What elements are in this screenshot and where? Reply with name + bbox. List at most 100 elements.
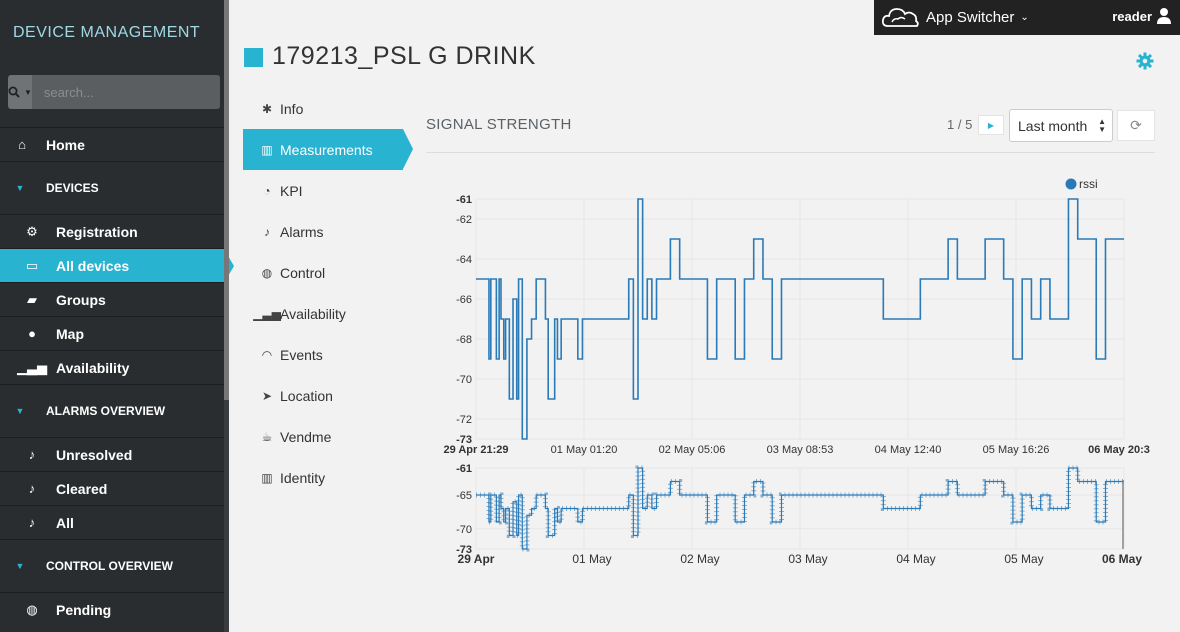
cloud-logo-icon	[881, 7, 919, 27]
nav-section-alarms-overview[interactable]: ▼ ALARMS OVERVIEW	[0, 384, 224, 437]
app-switcher-button[interactable]: App Switcher	[926, 9, 1014, 26]
x-tick-label: 04 May	[896, 552, 935, 566]
tab-vendme[interactable]: ☕ Vendme	[243, 416, 403, 457]
device-tabs: ✱ Info ▥ Measurements ◔ KPI ♪ Alarms ◍ Control ▁▃▅…	[243, 88, 413, 498]
sidebar-item-label: All	[56, 514, 74, 531]
next-page-button[interactable]: ▶	[978, 115, 1004, 135]
tab-kpi[interactable]: ◔ KPI	[243, 170, 403, 211]
tab-identity[interactable]: ▥ Identity	[243, 457, 403, 498]
tab-label: Measurements	[280, 141, 373, 158]
y-tick-label: -70	[456, 374, 472, 386]
page-title: 179213_PSL G DRINK	[272, 42, 536, 70]
sidebar-item-pending[interactable]: ◍ Pending	[0, 592, 224, 626]
coffee-icon: ☕	[261, 429, 273, 444]
y-tick-label: -61	[456, 194, 472, 206]
section-title: SIGNAL STRENGTH	[426, 116, 572, 133]
range-select[interactable]: Last month ▲ ▼	[1009, 109, 1113, 142]
sidebar-item-label: Home	[46, 136, 85, 153]
tab-location[interactable]: ➤ Location	[243, 375, 403, 416]
sidebar-item-groups[interactable]: ▰ Groups	[0, 282, 224, 316]
tab-measurements[interactable]: ▥ Measurements	[243, 129, 413, 170]
navigator-series-line	[476, 467, 1124, 550]
gear-icon[interactable]	[1136, 52, 1154, 70]
dashboard-icon: ◔	[263, 183, 271, 198]
bell-icon: ♪	[28, 481, 36, 496]
bell-icon: ♪	[264, 224, 270, 239]
sidebar: DEVICE MANAGEMENT ▼ ⌂ Home ▼ DEVICES ⚙ Regist…	[0, 0, 234, 632]
search-dropdown-button[interactable]: ▼	[8, 75, 32, 109]
home-icon: ⌂	[18, 137, 26, 152]
sidebar-item-label: Unresolved	[56, 446, 133, 463]
sidebar-item-label: Availability	[56, 359, 130, 376]
location-arrow-icon: ➤	[261, 388, 273, 403]
tab-label: Events	[280, 346, 323, 363]
navigator-series-markers	[476, 465, 1124, 552]
y-tick-label: -72	[456, 414, 472, 426]
search-input[interactable]	[31, 75, 220, 109]
search-icon	[8, 86, 20, 98]
sidebar-nav: ⌂ Home ▼ DEVICES ⚙ Registration ▭ All devices ▰ G…	[0, 127, 234, 626]
y-tick-label: -66	[456, 294, 472, 306]
folder-icon: ▰	[27, 291, 37, 307]
nav-section-devices[interactable]: ▼ DEVICES	[0, 161, 224, 214]
caret-down-icon: ▼	[15, 406, 25, 416]
nav-section-control-overview[interactable]: ▼ CONTROL OVERVIEW	[0, 539, 224, 592]
x-tick-label: 05 May	[1004, 552, 1043, 566]
tab-availability[interactable]: ▁▃▅ Availability	[243, 293, 403, 334]
top-bar: App Switcher ⌄ reader	[874, 0, 1180, 35]
x-tick-label: 04 May 12:40	[875, 444, 942, 456]
y-tick-label: -70	[456, 524, 472, 536]
sidebar-item-registration[interactable]: ⚙ Registration	[0, 214, 224, 248]
tab-control[interactable]: ◍ Control	[243, 252, 403, 293]
y-tick-label: -61	[456, 463, 472, 475]
x-tick-label: 29 Apr	[458, 552, 495, 566]
sidebar-scrollbar[interactable]	[224, 0, 229, 632]
section-divider	[426, 152, 1155, 153]
sidebar-item-map[interactable]: ● Map	[0, 316, 224, 350]
nav-section-label: DEVICES	[46, 181, 99, 195]
bell-icon: ♪	[28, 447, 36, 462]
tab-label: Info	[280, 100, 304, 117]
tab-events[interactable]: ◠ Events	[243, 334, 403, 375]
sidebar-item-label: Map	[56, 325, 84, 342]
search-box: ▼	[8, 75, 220, 109]
x-tick-label: 06 May 20:3	[1088, 444, 1150, 456]
y-tick-label: -65	[456, 490, 472, 502]
brand-title: DEVICE MANAGEMENT	[13, 24, 201, 41]
sidebar-item-unresolved[interactable]: ♪ Unresolved	[0, 437, 224, 471]
tab-alarms[interactable]: ♪ Alarms	[243, 211, 403, 252]
refresh-button[interactable]: ⟳	[1117, 110, 1155, 141]
gamepad-icon: ◍	[261, 265, 273, 280]
sidebar-item-all[interactable]: ♪ All	[0, 505, 224, 539]
x-tick-label: 01 May 01:20	[551, 444, 618, 456]
nav-section-label: CONTROL OVERVIEW	[46, 559, 173, 573]
bar-chart-icon: ▥	[261, 142, 273, 157]
x-tick-label: 06 May	[1102, 552, 1142, 566]
scrollbar-thumb[interactable]	[224, 0, 229, 400]
legend-label: rssi	[1079, 177, 1098, 191]
tab-label: Alarms	[280, 223, 324, 240]
sidebar-item-all-devices[interactable]: ▭ All devices	[0, 248, 234, 283]
y-tick-label: -64	[456, 254, 472, 266]
sidebar-item-label: Cleared	[56, 480, 108, 497]
sidebar-item-label: Pending	[56, 601, 112, 618]
tab-label: Availability	[280, 305, 346, 322]
sidebar-item-cleared[interactable]: ♪ Cleared	[0, 471, 224, 505]
tab-label: KPI	[280, 182, 303, 199]
asterisk-icon: ✱	[261, 101, 273, 116]
legend-marker	[1065, 178, 1077, 190]
user-icon[interactable]	[1156, 7, 1172, 25]
sidebar-item-label: Groups	[56, 291, 106, 308]
tab-label: Control	[280, 264, 326, 281]
caret-down-icon: ▼	[15, 561, 25, 571]
user-menu[interactable]: reader	[1112, 9, 1152, 24]
sidebar-item-home[interactable]: ⌂ Home	[0, 127, 224, 161]
gamepad-icon: ◍	[26, 601, 38, 617]
bell-icon: ♪	[28, 515, 36, 530]
tab-info[interactable]: ✱ Info	[243, 88, 403, 129]
sidebar-item-availability[interactable]: ▁▃▅ Availability	[0, 350, 224, 384]
tab-label: Vendme	[280, 428, 332, 445]
select-arrows-icon: ▲ ▼	[1098, 117, 1106, 134]
cogs-icon: ⚙	[26, 223, 38, 239]
chevron-down-icon[interactable]: ⌄	[1020, 12, 1028, 23]
